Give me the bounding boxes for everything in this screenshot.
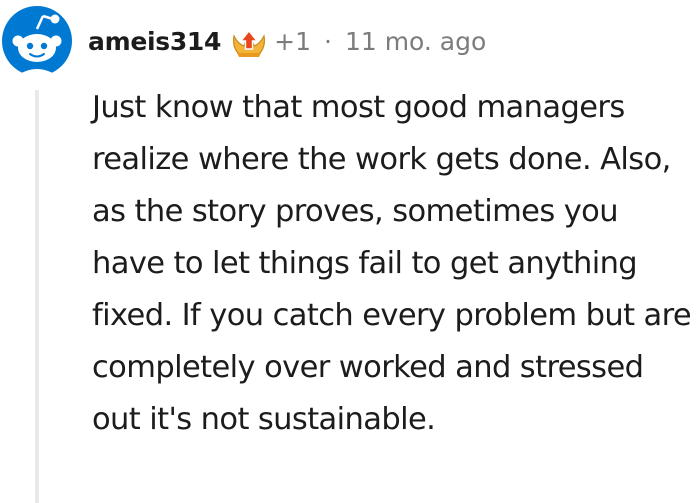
thread-collapse-line[interactable] [35, 90, 39, 503]
comment-timestamp[interactable]: 11 mo. ago [345, 27, 486, 56]
meta-separator: · [323, 26, 332, 56]
comment: ameis314 +1 · 11 mo. ago Just know that … [0, 0, 700, 503]
comment-score: +1 [274, 26, 311, 56]
comment-header: ameis314 +1 · 11 mo. ago [88, 20, 486, 62]
username-link[interactable]: ameis314 [88, 27, 221, 56]
upvote-crown-badge-icon [230, 22, 268, 60]
comment-body: Just know that most good managers realiz… [92, 90, 692, 437]
snoo-avatar-icon[interactable] [1, 5, 73, 77]
